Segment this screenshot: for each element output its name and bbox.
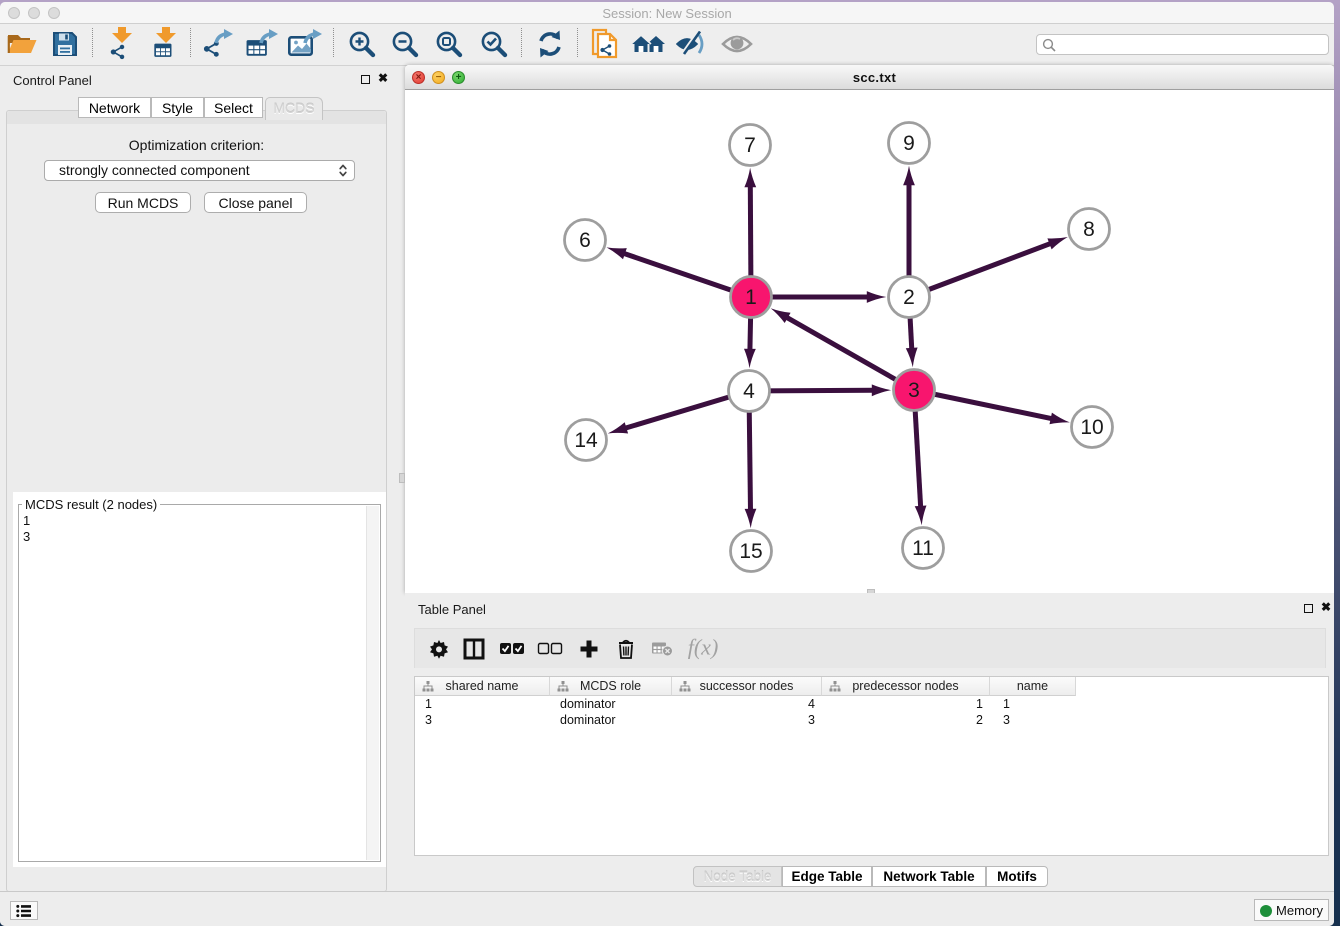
svg-text:11: 11: [912, 537, 934, 560]
svg-text:3: 3: [908, 379, 920, 402]
svg-text:9: 9: [903, 132, 915, 155]
svg-text:4: 4: [743, 380, 755, 403]
svg-text:2: 2: [903, 286, 915, 309]
svg-text:1: 1: [745, 286, 757, 309]
svg-text:6: 6: [579, 229, 591, 252]
svg-text:7: 7: [744, 134, 756, 157]
svg-text:10: 10: [1080, 416, 1103, 439]
svg-text:15: 15: [739, 540, 762, 563]
svg-text:8: 8: [1083, 218, 1095, 241]
svg-text:14: 14: [574, 429, 598, 452]
